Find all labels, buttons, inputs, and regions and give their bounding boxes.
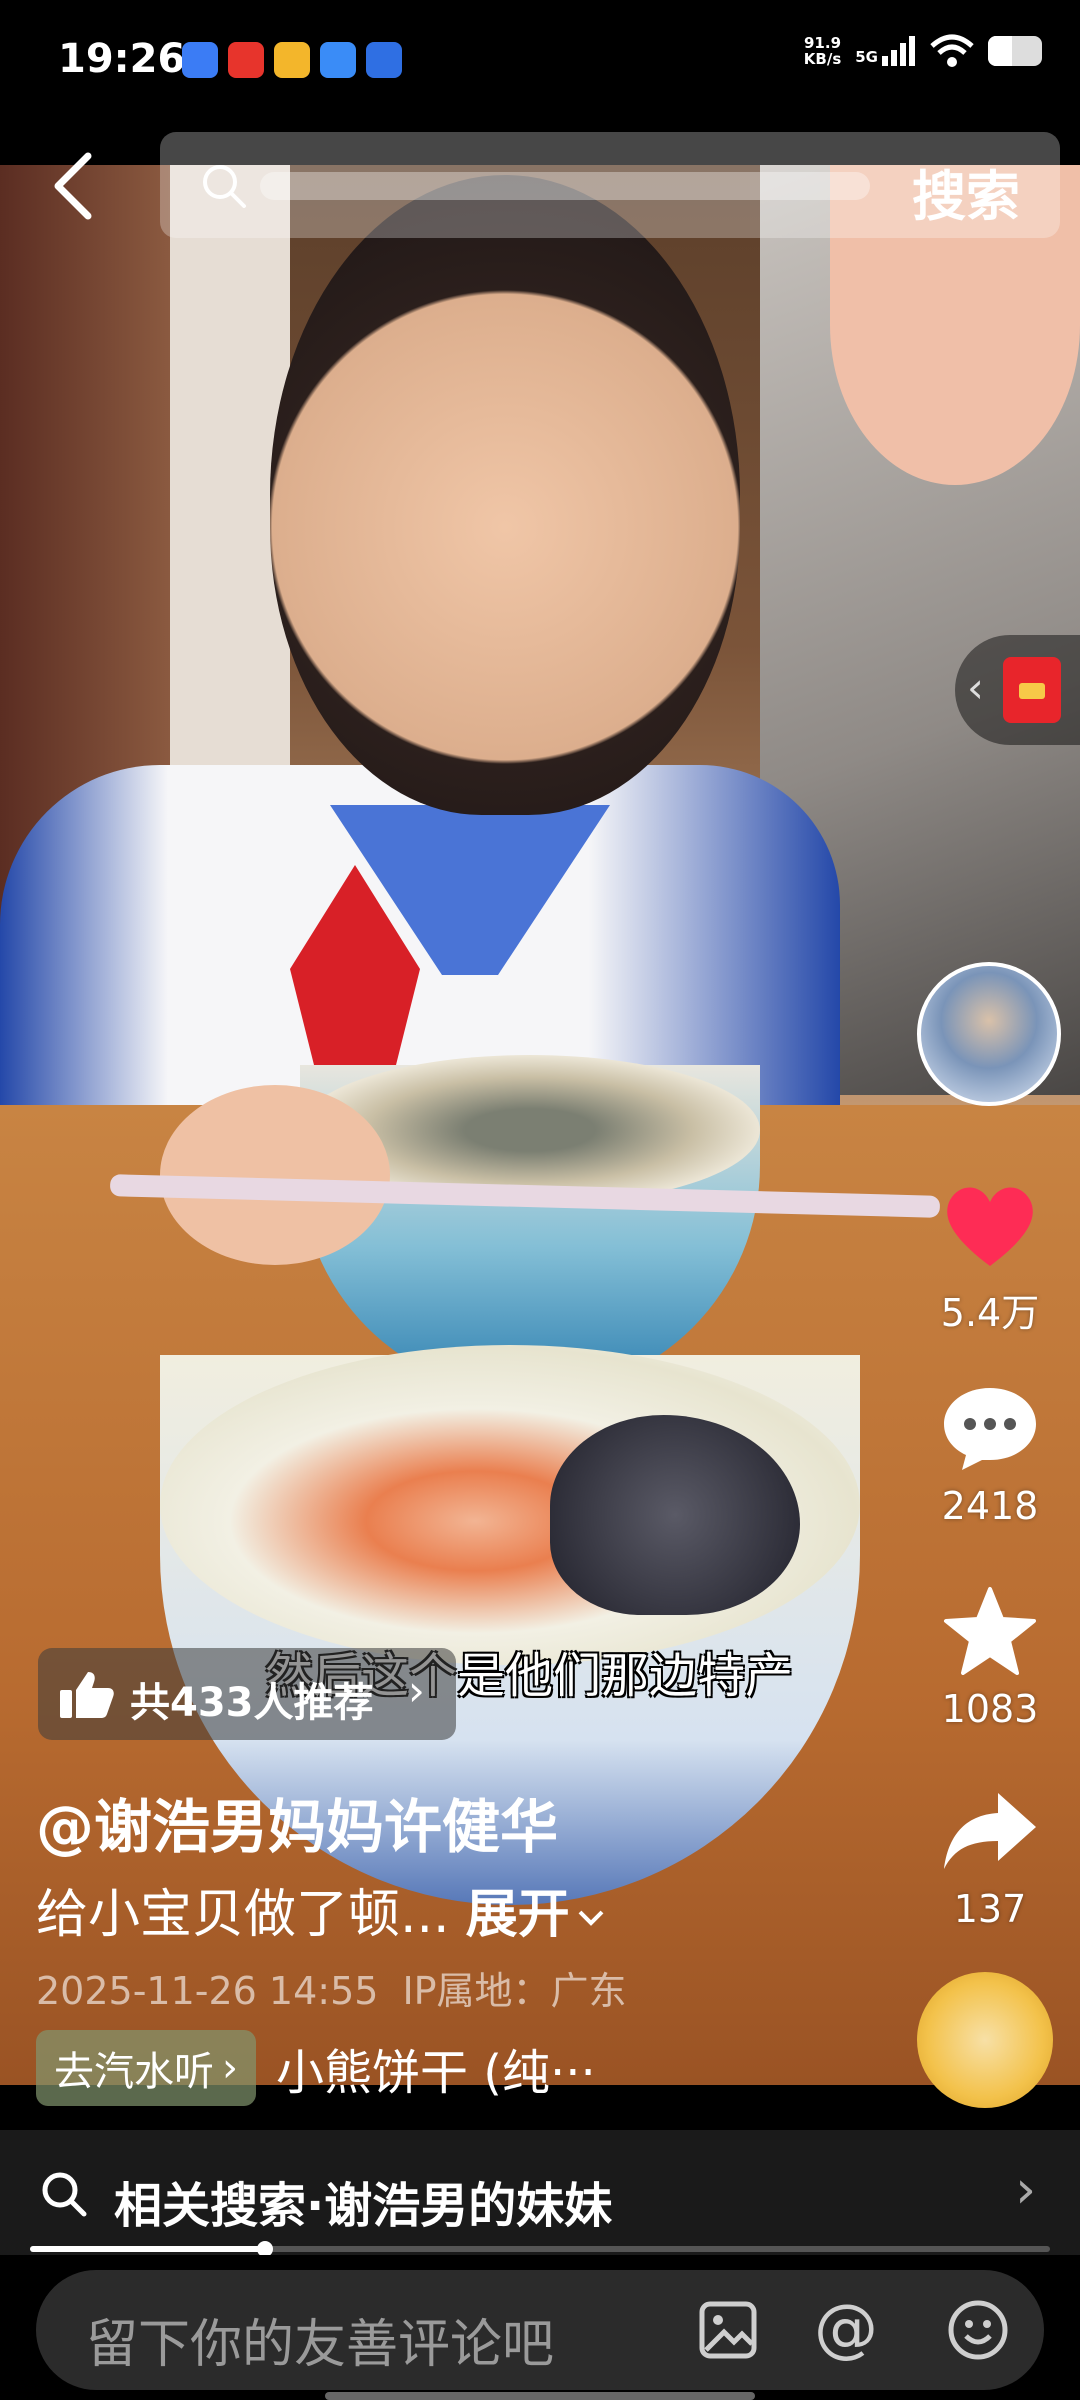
music-row: 去汽水听 › 小熊饼干 (纯··· — [36, 2030, 596, 2106]
bottom-bar: 留下你的友善评论吧 @ — [0, 2255, 1080, 2400]
progress-fill — [30, 2246, 265, 2252]
author-name[interactable]: @谢浩男妈妈许健华 — [36, 1780, 558, 1864]
app-icon-weibo — [274, 42, 310, 78]
comment-placeholder: 留下你的友善评论吧 — [86, 2315, 555, 2375]
chevron-right-icon: › — [222, 2045, 238, 2091]
expand-button[interactable]: 展开 — [466, 1885, 606, 1945]
app-icon-4 — [320, 42, 356, 78]
music-disc-icon[interactable] — [917, 1972, 1053, 2108]
related-search-text: 相关搜索·谢浩男的妹妹 — [114, 2178, 613, 2234]
status-time: 19:26 — [58, 36, 186, 82]
share-button[interactable]: 137 — [930, 1785, 1050, 1931]
video-hand — [160, 1085, 390, 1265]
image-icon[interactable] — [696, 2298, 760, 2362]
search-query-blurred — [260, 172, 870, 200]
notification-icons — [182, 42, 402, 78]
like-button[interactable]: 5.4万 — [930, 1180, 1050, 1337]
network-type: 5G — [855, 48, 878, 66]
chevron-right-icon: › — [408, 1666, 425, 1715]
heart-icon — [947, 1187, 1033, 1266]
chevron-right-icon: › — [1015, 2160, 1036, 2220]
status-bar: 19:26 91.9 KB/s 5G — [0, 0, 1080, 120]
post-meta: 2025-11-26 14:55 IP属地：广东 — [36, 1960, 651, 2015]
like-count: 5.4万 — [940, 1291, 1040, 1335]
search-button[interactable]: 搜索 — [912, 152, 1020, 231]
status-right: 91.9 KB/s 5G — [804, 34, 1042, 68]
video-girl-head — [270, 175, 740, 815]
share-icon — [944, 1793, 1036, 1869]
caption-text: 给小宝贝做了顿... — [36, 1885, 450, 1945]
favorite-count: 1083 — [941, 1687, 1039, 1731]
thumbs-up-icon — [60, 1672, 114, 1718]
search-icon — [42, 2172, 87, 2217]
red-packet-widget[interactable]: ‹ — [955, 635, 1080, 745]
ip-location: IP属地：广东 — [402, 1969, 627, 2013]
recommend-pill[interactable]: 共433人推荐 › — [38, 1648, 456, 1740]
battery-icon — [988, 36, 1042, 66]
music-name[interactable]: 小熊饼干 (纯··· — [276, 2033, 596, 2103]
signal-icon — [882, 36, 915, 66]
search-icon — [203, 165, 246, 208]
star-icon — [944, 1587, 1036, 1675]
post-caption[interactable]: 给小宝贝做了顿... 展开 — [36, 1872, 606, 1947]
search-box[interactable]: 搜索 — [160, 132, 1060, 238]
comment-count: 2418 — [941, 1484, 1039, 1528]
music-tag-button[interactable]: 去汽水听 › — [36, 2030, 256, 2106]
mention-button[interactable]: @ — [814, 2292, 878, 2366]
recommend-text: 共433人推荐 — [130, 1680, 374, 1726]
app-icon-toutiao — [228, 42, 264, 78]
app-icon-5 — [366, 42, 402, 78]
chevron-left-icon: ‹ — [967, 663, 984, 712]
top-bar: 搜索 — [0, 130, 1080, 250]
home-indicator[interactable] — [325, 2392, 755, 2400]
signal-group: 5G — [855, 36, 916, 66]
chevron-left-icon[interactable] — [48, 150, 100, 222]
related-search-bar[interactable]: 相关搜索·谢浩男的妹妹 › — [0, 2130, 1080, 2255]
favorite-button[interactable]: 1083 — [930, 1585, 1050, 1731]
chevron-down-icon — [578, 1910, 604, 1926]
comment-button[interactable]: 2418 — [930, 1382, 1050, 1528]
network-speed: 91.9 KB/s — [803, 34, 842, 68]
red-packet-icon — [1003, 657, 1061, 723]
video-progress-bar[interactable] — [30, 2241, 1050, 2257]
wifi-icon — [930, 34, 974, 67]
comment-input[interactable]: 留下你的友善评论吧 @ — [36, 2270, 1044, 2390]
app-icon-1 — [182, 42, 218, 78]
comment-icon — [944, 1388, 1036, 1470]
author-avatar[interactable] — [917, 962, 1061, 1106]
emoji-icon[interactable] — [946, 2298, 1010, 2362]
share-count: 137 — [953, 1887, 1027, 1931]
post-timestamp: 2025-11-26 14:55 — [36, 1969, 379, 2013]
